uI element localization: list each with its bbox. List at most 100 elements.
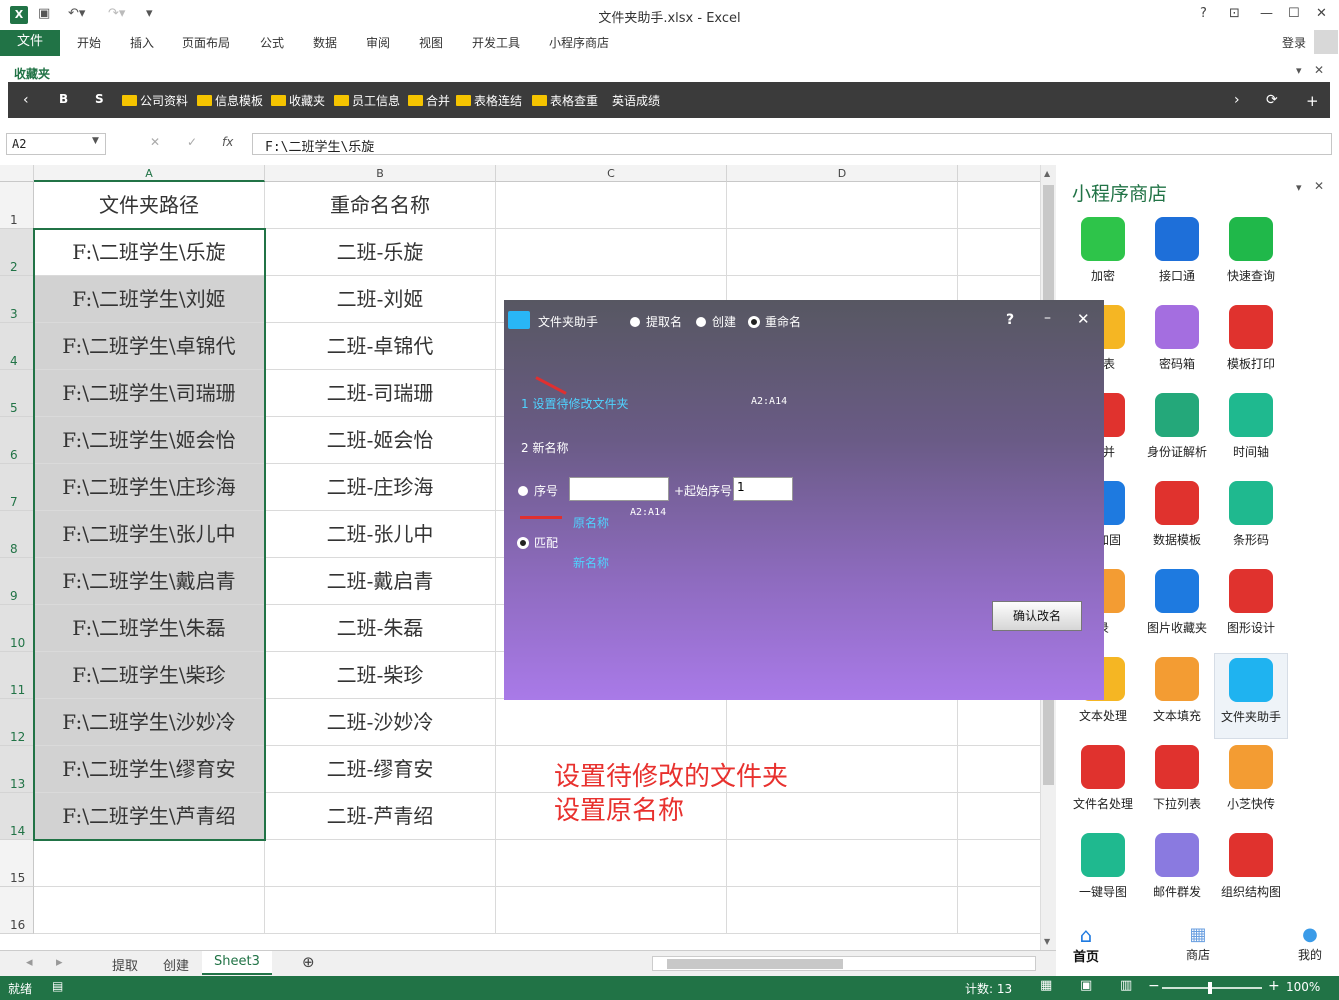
tab-page-layout[interactable]: 页面布局 — [182, 34, 230, 51]
cell[interactable] — [727, 840, 958, 887]
match-radio[interactable]: 匹配 — [518, 534, 558, 551]
cell[interactable] — [727, 887, 958, 934]
cell[interactable] — [727, 182, 958, 229]
store-app[interactable]: 密码箱 — [1140, 305, 1214, 372]
store-app[interactable]: 图片收藏夹 — [1140, 569, 1214, 636]
fav-b-button[interactable]: B — [59, 92, 68, 106]
row-header-12[interactable]: 12 — [0, 699, 34, 746]
sheet-tab-sheet3[interactable]: Sheet3 — [202, 951, 272, 975]
mode-rename-radio[interactable]: 重命名 — [749, 313, 801, 330]
fav-item-3[interactable]: 员工信息 — [334, 92, 400, 109]
cell[interactable] — [727, 229, 958, 276]
start-seq-input[interactable]: 1 — [733, 477, 793, 501]
row-header-11[interactable]: 11 — [0, 652, 34, 699]
cell[interactable] — [958, 887, 1040, 934]
page-break-view-icon[interactable]: ▥ — [1120, 978, 1132, 993]
store-app[interactable]: 一键导图 — [1066, 833, 1140, 900]
confirm-rename-button[interactable]: 确认改名 — [992, 601, 1082, 631]
fav-item-5[interactable]: 表格连结 — [456, 92, 522, 109]
path-cell[interactable]: F:\二班学生\张儿中 — [34, 511, 265, 558]
original-name-link[interactable]: 原名称 — [573, 514, 609, 531]
path-cell[interactable]: F:\二班学生\沙妙冷 — [34, 699, 265, 746]
store-app[interactable]: 文件夹助手 — [1214, 653, 1288, 739]
zoom-slider[interactable] — [1162, 982, 1262, 994]
row-header-8[interactable]: 8 — [0, 511, 34, 558]
tab-mini-program-store[interactable]: 小程序商店 — [549, 34, 609, 51]
store-app[interactable]: 组织结构图 — [1214, 833, 1288, 900]
store-app[interactable]: 接口通 — [1140, 217, 1214, 284]
login-link[interactable]: 登录 — [1282, 34, 1306, 51]
cell[interactable] — [34, 840, 265, 887]
row-header-16[interactable]: 16 — [0, 887, 34, 934]
seq-radio[interactable]: 序号 — [518, 482, 558, 499]
dialog-close-icon[interactable]: ✕ — [1077, 310, 1090, 328]
rename-cell[interactable]: 二班-朱磊 — [265, 605, 496, 652]
tab-file[interactable]: 文件 — [0, 30, 60, 56]
scroll-down-icon[interactable]: ▼ — [1044, 937, 1050, 946]
store-app[interactable]: 条形码 — [1214, 481, 1288, 548]
store-app[interactable]: 邮件群发 — [1140, 833, 1214, 900]
fav-item-2[interactable]: 收藏夹 — [271, 92, 325, 109]
cell[interactable] — [958, 840, 1040, 887]
path-cell[interactable]: F:\二班学生\卓锦代 — [34, 323, 265, 370]
store-collapse-icon[interactable]: ▾ — [1296, 181, 1302, 194]
header-cell[interactable]: 文件夹路径 — [34, 182, 265, 229]
tab-formulas[interactable]: 公式 — [260, 34, 284, 51]
col-header-e[interactable] — [958, 165, 1040, 182]
rename-cell[interactable]: 二班-卓锦代 — [265, 323, 496, 370]
dialog-help-icon[interactable]: ? — [1006, 312, 1014, 328]
close-icon[interactable]: ✕ — [1316, 6, 1327, 21]
sheet-next-icon[interactable]: ▸ — [56, 955, 63, 970]
minimize-icon[interactable]: — — [1260, 6, 1273, 21]
insert-function-icon[interactable]: fx — [222, 135, 233, 149]
help-icon[interactable]: ? — [1200, 6, 1207, 21]
path-cell[interactable]: F:\二班学生\刘姬 — [34, 276, 265, 323]
name-box[interactable]: A2 — [6, 133, 106, 155]
row-header-9[interactable]: 9 — [0, 558, 34, 605]
rename-cell[interactable]: 二班-司瑞珊 — [265, 370, 496, 417]
tab-home[interactable]: 开始 — [77, 34, 101, 51]
path-cell[interactable]: F:\二班学生\缪育安 — [34, 746, 265, 793]
normal-view-icon[interactable]: ▦ — [1040, 978, 1052, 993]
rename-cell[interactable]: 二班-戴启青 — [265, 558, 496, 605]
tab-view[interactable]: 视图 — [419, 34, 443, 51]
path-cell[interactable]: F:\二班学生\朱磊 — [34, 605, 265, 652]
col-header-a[interactable]: A — [34, 165, 265, 182]
row-header-15[interactable]: 15 — [0, 840, 34, 887]
prev-arrow-icon[interactable]: ‹ — [23, 92, 29, 108]
avatar[interactable] — [1314, 30, 1338, 54]
zoom-slider-thumb[interactable] — [1208, 982, 1212, 994]
cell[interactable] — [496, 699, 727, 746]
row-header-10[interactable]: 10 — [0, 605, 34, 652]
path-cell[interactable]: F:\二班学生\戴启青 — [34, 558, 265, 605]
zoom-out-icon[interactable]: − — [1148, 978, 1160, 994]
seq-input[interactable] — [569, 477, 669, 501]
store-app[interactable]: 文件名处理 — [1066, 745, 1140, 812]
cancel-icon[interactable]: ✕ — [150, 135, 160, 149]
store-close-icon[interactable]: ✕ — [1314, 179, 1324, 193]
sheet-tab-create[interactable]: 创建 — [163, 955, 189, 974]
cell[interactable] — [496, 182, 727, 229]
namebox-dropdown-icon[interactable]: ▼ — [92, 136, 99, 146]
col-header-d[interactable]: D — [727, 165, 958, 182]
sheet-tab-extract[interactable]: 提取 — [112, 955, 138, 974]
formula-input[interactable]: F:\二班学生\乐旋 — [252, 133, 1332, 155]
store-app[interactable]: 文本填充 — [1140, 657, 1214, 724]
row-header-14[interactable]: 14 — [0, 793, 34, 840]
ribbon-display-icon[interactable]: ⊡ — [1229, 6, 1240, 21]
nav-store[interactable]: ▦ 商店 — [1180, 924, 1216, 963]
cell[interactable] — [958, 746, 1040, 793]
tab-developer[interactable]: 开发工具 — [472, 34, 520, 51]
row-header-3[interactable]: 3 — [0, 276, 34, 323]
cell[interactable] — [958, 229, 1040, 276]
header-cell[interactable]: 重命名名称 — [265, 182, 496, 229]
add-icon[interactable]: + — [1306, 92, 1319, 110]
path-cell[interactable]: F:\二班学生\芦青绍 — [34, 793, 265, 840]
fav-item-4[interactable]: 合并 — [408, 92, 450, 109]
store-app[interactable]: 下拉列表 — [1140, 745, 1214, 812]
fav-item-0[interactable]: 公司资料 — [122, 92, 188, 109]
cell[interactable] — [496, 840, 727, 887]
tab-insert[interactable]: 插入 — [130, 34, 154, 51]
collapse-icon[interactable]: ▾ — [1296, 64, 1302, 77]
rename-cell[interactable]: 二班-沙妙冷 — [265, 699, 496, 746]
